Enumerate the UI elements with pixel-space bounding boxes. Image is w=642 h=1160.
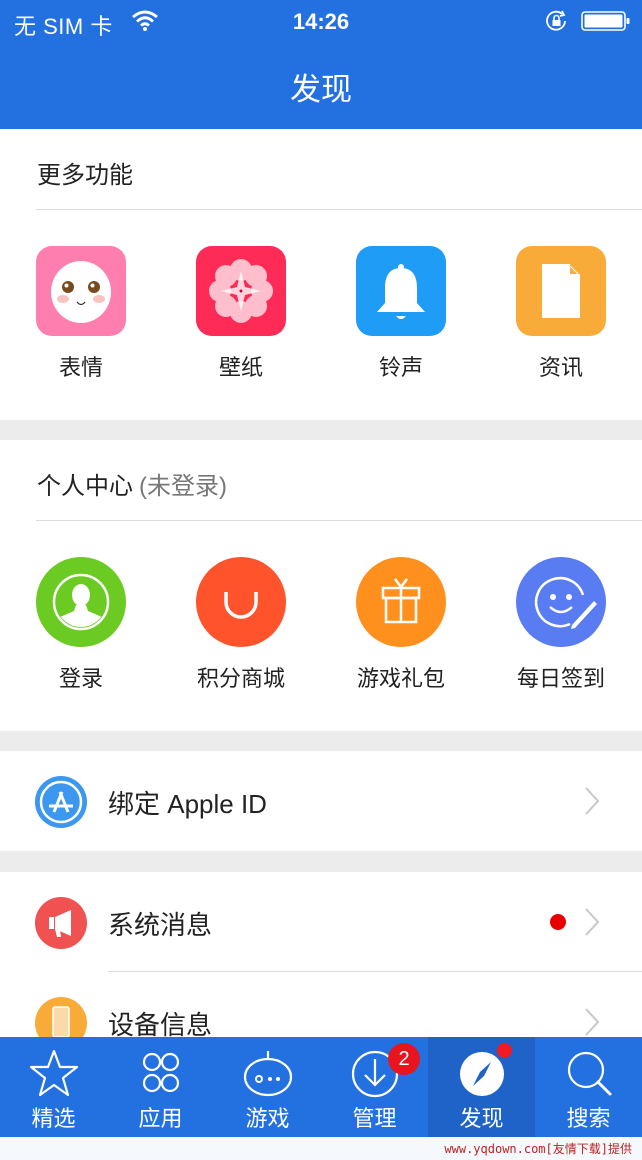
page-title: 发现 [290, 72, 352, 107]
apps-grid-icon [142, 1052, 180, 1093]
personal-label: 登录 [58, 666, 103, 691]
smile-sign-icon [516, 557, 606, 647]
tab-label: 游戏 [245, 1106, 290, 1131]
app-store-icon [35, 776, 87, 828]
feature-news[interactable]: 资讯 [481, 246, 641, 382]
document-icon [516, 246, 606, 336]
feature-label: 壁纸 [218, 355, 263, 380]
feature-label: 铃声 [378, 355, 423, 380]
tab-discover[interactable]: 发现 [428, 1037, 535, 1137]
megaphone-icon [35, 897, 87, 949]
bell-icon [356, 246, 446, 336]
divider [36, 520, 642, 521]
more-features-section: 更多功能 表情 壁纸 铃声 资讯 [0, 129, 642, 420]
header: 无 SIM 卡 14:26 发现 [0, 0, 642, 129]
tab-label: 精选 [31, 1106, 76, 1131]
row-label: 绑定 Apple ID [108, 789, 267, 819]
personal-label: 积分商城 [196, 666, 285, 691]
chevron-right-icon [585, 1008, 600, 1036]
feature-wallpaper[interactable]: 壁纸 [161, 246, 321, 382]
manage-badge: 2 [388, 1043, 420, 1075]
star-icon [29, 1049, 79, 1097]
orientation-lock-icon [546, 10, 566, 31]
feature-label: 资讯 [538, 355, 583, 380]
system-messages-row[interactable]: 系统消息 [0, 872, 642, 972]
feature-label: 表情 [58, 355, 103, 380]
battery-icon [581, 11, 630, 31]
personal-login[interactable]: 登录 [1, 557, 161, 693]
tab-featured[interactable]: 精选 [0, 1037, 107, 1137]
personal-center-section: 个人中心 (未登录) 登录 积分商城 游戏礼包 每日签到 [0, 440, 642, 731]
game-robot-icon [243, 1051, 293, 1097]
emoji-face-icon [36, 246, 126, 336]
personal-label: 每日签到 [516, 666, 605, 691]
tab-label: 发现 [459, 1106, 504, 1131]
feature-emoji[interactable]: 表情 [1, 246, 161, 382]
row-label: 系统消息 [108, 910, 213, 940]
flower-wallpaper-icon [196, 246, 286, 336]
gift-icon [356, 557, 446, 647]
personal-points-mall[interactable]: 积分商城 [161, 557, 321, 693]
divider [36, 209, 642, 210]
tab-label: 管理 [352, 1106, 397, 1131]
chevron-right-icon [585, 908, 600, 936]
section-title: 个人中心 (未登录) [37, 466, 227, 501]
phone-device-icon [35, 997, 87, 1037]
row-label: 设备信息 [108, 1010, 213, 1037]
tab-apps[interactable]: 应用 [107, 1037, 214, 1137]
discover-dot [497, 1043, 512, 1058]
feature-ringtone[interactable]: 铃声 [321, 246, 481, 382]
tab-search[interactable]: 搜索 [535, 1037, 642, 1137]
chevron-right-icon [585, 787, 600, 815]
tab-games[interactable]: 游戏 [214, 1037, 321, 1137]
device-info-row[interactable]: 设备信息 [0, 972, 642, 1037]
discover-content[interactable]: 更多功能 表情 壁纸 铃声 资讯 个人中心 (未登录) 登录 积分商城 游戏礼包… [0, 129, 642, 1037]
search-icon [567, 1051, 612, 1096]
status-bar: 无 SIM 卡 14:26 [0, 0, 642, 44]
user-login-icon [36, 557, 126, 647]
tab-label: 搜索 [566, 1106, 611, 1131]
watermark: www.yqdown.com[友情下载]提供 [444, 1142, 632, 1156]
personal-daily-checkin[interactable]: 每日签到 [481, 557, 641, 693]
section-title-text: 个人中心 [37, 473, 133, 500]
tab-bar: 精选 应用 游戏 管理 发现 搜索 [0, 1037, 642, 1137]
shop-bag-icon [196, 557, 286, 647]
info-section: 系统消息 设备信息 [0, 872, 642, 1037]
personal-game-gift[interactable]: 游戏礼包 [321, 557, 481, 693]
bind-apple-id-row[interactable]: 绑定 Apple ID [0, 751, 642, 851]
tab-label: 应用 [138, 1106, 183, 1131]
personal-label: 游戏礼包 [356, 666, 445, 691]
unread-dot [550, 914, 566, 930]
login-status: (未登录) [139, 473, 227, 500]
section-title: 更多功能 [37, 162, 133, 189]
